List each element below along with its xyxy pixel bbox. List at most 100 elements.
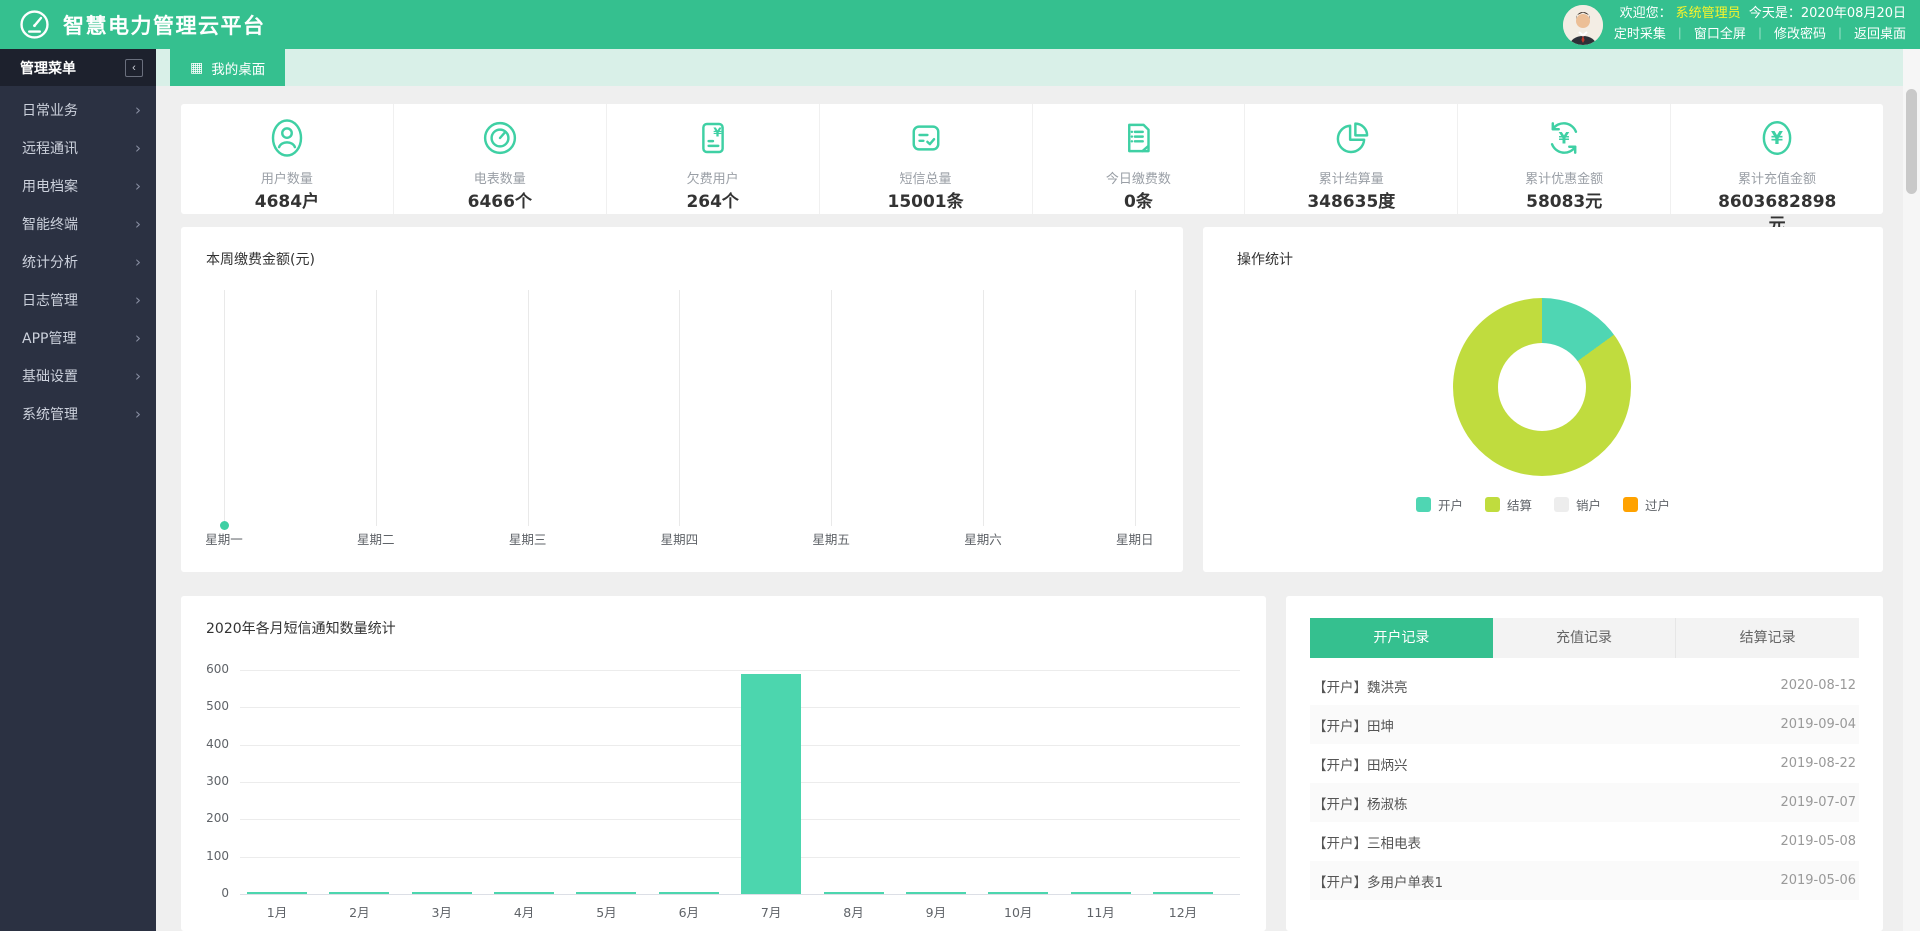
record-date: 2019-08-22 bbox=[1780, 756, 1856, 771]
bar-gridline bbox=[240, 782, 1240, 783]
stat-label: 欠费用户 bbox=[607, 168, 819, 187]
bar-ytick-label: 0 bbox=[189, 886, 229, 900]
date-label: 今天是：2020年08月20日 bbox=[1749, 6, 1906, 21]
sidebar-item-5[interactable]: 日志管理 › bbox=[0, 281, 156, 319]
sidebar-collapse-button[interactable]: ‹ bbox=[125, 59, 143, 77]
bar-month-11[interactable] bbox=[1071, 892, 1131, 894]
stat-label: 用户数量 bbox=[181, 168, 393, 187]
sidebar-item-label: 统计分析 bbox=[22, 252, 78, 272]
week-gridline bbox=[528, 290, 529, 526]
week-payment-chart-card: 本周缴费金额(元) 星期一星期二星期三星期四星期五星期六星期日 bbox=[181, 227, 1183, 572]
sidebar-item-label: APP管理 bbox=[22, 328, 76, 348]
records-tab-0[interactable]: 开户记录 bbox=[1310, 618, 1493, 658]
legend-item-3[interactable]: 过户 bbox=[1623, 495, 1670, 514]
legend-item-1[interactable]: 结算 bbox=[1485, 495, 1532, 514]
bar-ytick-label: 400 bbox=[189, 737, 229, 751]
avatar-portrait-icon bbox=[1563, 5, 1603, 45]
bar-gridline bbox=[240, 707, 1240, 708]
stat-value: 58083元 bbox=[1505, 191, 1623, 214]
bar-gridline bbox=[240, 857, 1240, 858]
sidebar-item-6[interactable]: APP管理› bbox=[0, 319, 156, 357]
stat-2: ¥欠费用户264个 bbox=[607, 104, 820, 214]
chevron-right-icon: › bbox=[135, 367, 141, 385]
bar-month-6[interactable] bbox=[659, 892, 719, 894]
bar-ytick-label: 300 bbox=[189, 774, 229, 788]
user-icon bbox=[266, 144, 308, 163]
page-scrollbar[interactable] bbox=[1903, 49, 1920, 931]
header-link-1[interactable]: 窗口全屏 bbox=[1694, 27, 1746, 42]
app-title: 智慧电力管理云平台 bbox=[63, 10, 266, 40]
week-x-label: 星期一 bbox=[184, 529, 264, 548]
record-date: 2019-09-04 bbox=[1780, 717, 1856, 732]
bar-x-label: 10月 bbox=[988, 902, 1048, 921]
link-separator: ｜ bbox=[1754, 27, 1766, 41]
legend-label: 开户 bbox=[1438, 495, 1463, 514]
sidebar-item-8[interactable]: 系统管理› bbox=[0, 395, 156, 433]
bar-month-7[interactable] bbox=[741, 674, 801, 894]
sidebar-item-1[interactable]: 远程通讯› bbox=[0, 129, 156, 167]
svg-text:¥: ¥ bbox=[1771, 129, 1783, 149]
week-x-label: 星期四 bbox=[639, 529, 719, 548]
header-link-2[interactable]: 修改密码 bbox=[1774, 27, 1826, 42]
bar-month-3[interactable] bbox=[412, 892, 472, 894]
record-row[interactable]: 【开户】田炳兴2019-08-22 bbox=[1310, 744, 1859, 783]
stat-label: 电表数量 bbox=[394, 168, 606, 187]
sidebar-item-label: 用电档案 bbox=[22, 176, 78, 196]
record-row[interactable]: 【开户】三相电表2019-05-08 bbox=[1310, 822, 1859, 861]
main-content: 用户数量4684户电表数量6466个¥欠费用户264个短信总量15001条今日缴… bbox=[156, 86, 1920, 931]
chevron-right-icon: › bbox=[135, 101, 141, 119]
bar-month-9[interactable] bbox=[906, 892, 966, 894]
legend-swatch bbox=[1623, 497, 1638, 512]
scrollbar-thumb[interactable] bbox=[1906, 89, 1917, 194]
week-chart-title: 本周缴费金额(元) bbox=[206, 249, 315, 269]
bar-x-label: 12月 bbox=[1153, 902, 1213, 921]
sidebar-item-label: 日常业务 bbox=[22, 100, 78, 120]
link-separator: ｜ bbox=[1834, 27, 1846, 41]
stat-3: 短信总量15001条 bbox=[820, 104, 1033, 214]
stat-label: 今日缴费数 bbox=[1033, 168, 1245, 187]
welcome-prefix: 欢迎您： bbox=[1620, 6, 1672, 21]
records-tab-2[interactable]: 结算记录 bbox=[1676, 618, 1859, 658]
sidebar-item-label: 日志管理 bbox=[22, 290, 78, 310]
bar-ytick-label: 500 bbox=[189, 699, 229, 713]
stat-0: 用户数量4684户 bbox=[181, 104, 394, 214]
legend-item-2[interactable]: 销户 bbox=[1554, 495, 1601, 514]
chevron-right-icon: › bbox=[135, 291, 141, 309]
sidebar-item-4[interactable]: 统计分析› bbox=[0, 243, 156, 281]
header-link-3[interactable]: 返回桌面 bbox=[1854, 27, 1906, 42]
records-tab-1[interactable]: 充值记录 bbox=[1493, 618, 1677, 658]
legend-item-0[interactable]: 开户 bbox=[1416, 495, 1463, 514]
legend-label: 结算 bbox=[1507, 495, 1532, 514]
bar-month-1[interactable] bbox=[247, 892, 307, 894]
bar-chart-title: 2020年各月短信通知数量统计 bbox=[206, 618, 396, 638]
records-tabs: 开户记录充值记录结算记录 bbox=[1310, 618, 1859, 658]
sidebar-item-3[interactable]: 智能终端› bbox=[0, 205, 156, 243]
legend-swatch bbox=[1416, 497, 1431, 512]
record-row[interactable]: 【开户】多用户单表12019-05-06 bbox=[1310, 861, 1859, 900]
tab-my-desktop[interactable]: ▦ 我的桌面 bbox=[170, 49, 285, 86]
user-avatar[interactable] bbox=[1563, 5, 1603, 45]
record-row[interactable]: 【开户】杨淑栋2019-07-07 bbox=[1310, 783, 1859, 822]
gauge-logo-icon bbox=[18, 8, 51, 41]
bar-month-4[interactable] bbox=[494, 892, 554, 894]
chevron-right-icon: › bbox=[135, 405, 141, 423]
bar-month-12[interactable] bbox=[1153, 892, 1213, 894]
bar-month-8[interactable] bbox=[824, 892, 884, 894]
operation-stats-card: 操作统计 开户结算销户过户 bbox=[1203, 227, 1883, 572]
header-link-0[interactable]: 定时采集 bbox=[1614, 27, 1666, 42]
sidebar-item-0[interactable]: 日常业务 › bbox=[0, 91, 156, 129]
welcome-line: 欢迎您： 系统管理员 今天是：2020年08月20日 bbox=[1614, 4, 1906, 25]
app-root: 智慧电力管理云平台 欢迎您：系统管理员 今天是：2020年08月20日 定时采 bbox=[0, 0, 1920, 931]
user-texts: 欢迎您： 系统管理员 今天是：2020年08月20日 定时采集 ｜ 窗口全屏 ｜ 修改密码… bbox=[1614, 4, 1906, 46]
record-date: 2019-05-08 bbox=[1780, 834, 1856, 849]
bar-month-10[interactable] bbox=[988, 892, 1048, 894]
record-row[interactable]: 【开户】魏洪亮2020-08-12 bbox=[1310, 666, 1859, 705]
sidebar-item-2[interactable]: 用电档案› bbox=[0, 167, 156, 205]
record-row[interactable]: 【开户】田坤2019-09-04 bbox=[1310, 705, 1859, 744]
username[interactable]: 系统管理员 bbox=[1676, 6, 1741, 21]
bar-month-5[interactable] bbox=[576, 892, 636, 894]
sidebar-item-7[interactable]: 基础设置› bbox=[0, 357, 156, 395]
meter-icon bbox=[479, 144, 521, 163]
bar-month-2[interactable] bbox=[329, 892, 389, 894]
record-name: 【开户】多用户单表1 bbox=[1313, 871, 1443, 891]
